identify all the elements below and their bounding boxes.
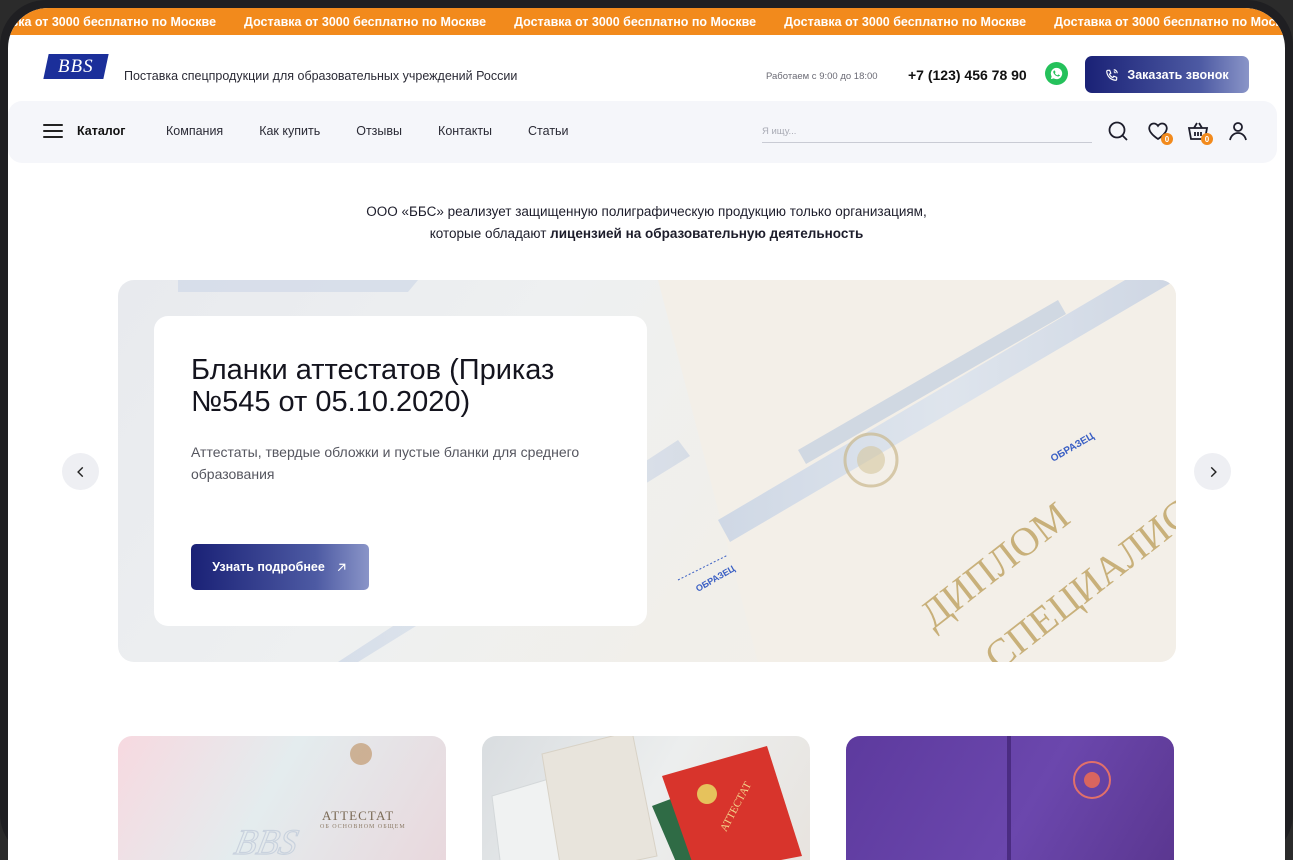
phone-link[interactable]: +7 (123) 456 78 90 bbox=[908, 67, 1027, 83]
user-icon[interactable] bbox=[1226, 119, 1250, 143]
ticker-item: Доставка от 3000 бесплатно по Москве bbox=[8, 14, 217, 29]
whatsapp-icon[interactable] bbox=[1045, 62, 1068, 85]
cart-icon[interactable]: 0 bbox=[1186, 119, 1213, 145]
certificate-image: BBS bbox=[231, 743, 372, 860]
favorites-icon[interactable]: 0 bbox=[1146, 119, 1173, 145]
nav-link-how-to-buy[interactable]: Как купить bbox=[259, 124, 320, 138]
browser-viewport: Доставка от 3000 бесплатно по Москве Дос… bbox=[8, 8, 1285, 860]
menu-icon[interactable] bbox=[43, 124, 63, 138]
order-call-label: Заказать звонок bbox=[1127, 67, 1229, 82]
product-cards: BBS АТТЕСТАТ ОБ ОСНОВНОМ ОБЩЕМ АТТЕСТАТ bbox=[118, 736, 1174, 860]
slider-prev-button[interactable] bbox=[62, 453, 99, 490]
product-card[interactable]: BBS АТТЕСТАТ ОБ ОСНОВНОМ ОБЩЕМ bbox=[118, 736, 446, 860]
nav-link-reviews[interactable]: Отзывы bbox=[356, 124, 402, 138]
card-1-title: АТТЕСТАТ bbox=[322, 808, 395, 823]
tagline: Поставка спецпродукции для образовательн… bbox=[124, 69, 518, 83]
purple-cover-image bbox=[1007, 736, 1111, 860]
card-1-subtitle: ОБ ОСНОВНОМ ОБЩЕМ bbox=[320, 824, 406, 830]
notice-line-2-prefix: которые обладают bbox=[429, 226, 551, 241]
ticker-item: Доставка от 3000 бесплатно по Москве bbox=[514, 14, 757, 29]
slide-title: Бланки аттестатов (Приказ №545 от 05.10.… bbox=[191, 354, 555, 418]
delivery-ticker: Доставка от 3000 бесплатно по Москве Дос… bbox=[8, 8, 1285, 35]
learn-more-label: Узнать подробнее bbox=[212, 560, 325, 574]
arrow-up-right-icon bbox=[337, 563, 346, 571]
nav-link-articles[interactable]: Статьи bbox=[528, 124, 569, 138]
notice-license-bold: лицензией на образовательную деятельност… bbox=[550, 226, 864, 241]
slide-description: Аттестаты, твердые обложки и пустые блан… bbox=[191, 444, 580, 482]
stamp-text: ОБРАЗЕЦ bbox=[694, 563, 737, 594]
chevron-right-icon bbox=[1210, 466, 1217, 477]
top-header: BBS Поставка спецпродукции для образоват… bbox=[8, 35, 1285, 101]
device-frame: Доставка от 3000 бесплатно по Москве Дос… bbox=[0, 0, 1293, 860]
working-hours: Работаем с 9:00 до 18:00 bbox=[766, 71, 878, 82]
learn-more-button[interactable]: Узнать подробнее bbox=[191, 544, 369, 590]
nav-link-company[interactable]: Компания bbox=[166, 124, 223, 138]
product-card[interactable]: АТТЕСТАТ bbox=[482, 736, 810, 860]
logo[interactable]: BBS bbox=[43, 54, 109, 79]
product-card[interactable] bbox=[846, 736, 1174, 860]
hero-slider: ДИПЛОМ СПЕЦИАЛИСТА ОБРАЗЕЦ ОБРАЗЕЦ Бланк… bbox=[118, 280, 1176, 662]
ticker-item: Доставка от 3000 бесплатно по Москве bbox=[244, 14, 487, 29]
nav-links: Компания Как купить Отзывы Контакты Стат… bbox=[166, 124, 569, 138]
nav-link-contacts[interactable]: Контакты bbox=[438, 124, 492, 138]
slider-next-button[interactable] bbox=[1194, 453, 1231, 490]
search-icon[interactable] bbox=[1106, 119, 1130, 143]
svg-text:BBS: BBS bbox=[231, 822, 301, 860]
ticker-item: Доставка от 3000 бесплатно по Москве bbox=[784, 14, 1027, 29]
logo-text: BBS bbox=[58, 55, 94, 77]
chevron-left-icon bbox=[76, 466, 83, 477]
certificate-covers-image bbox=[491, 736, 802, 860]
main-navbar: Каталог Компания Как купить Отзывы Конта… bbox=[8, 101, 1277, 163]
license-notice: ООО «ББС» реализует защищенную полиграфи… bbox=[8, 201, 1285, 245]
cart-count-badge: 0 bbox=[1201, 133, 1213, 145]
ticker-item: Доставка от 3000 бесплатно по Москве bbox=[1054, 14, 1285, 29]
search-input[interactable] bbox=[762, 121, 1092, 143]
catalog-link[interactable]: Каталог bbox=[77, 124, 125, 138]
notice-line-1: ООО «ББС» реализует защищенную полиграфи… bbox=[366, 204, 927, 219]
slide-card: Бланки аттестатов (Приказ №545 от 05.10.… bbox=[154, 316, 647, 626]
favorites-count-badge: 0 bbox=[1161, 133, 1173, 145]
phone-icon bbox=[1106, 68, 1119, 81]
order-call-button[interactable]: Заказать звонок bbox=[1085, 56, 1249, 93]
notice-line-2: которые обладают лицензией на образовате… bbox=[8, 223, 1285, 245]
